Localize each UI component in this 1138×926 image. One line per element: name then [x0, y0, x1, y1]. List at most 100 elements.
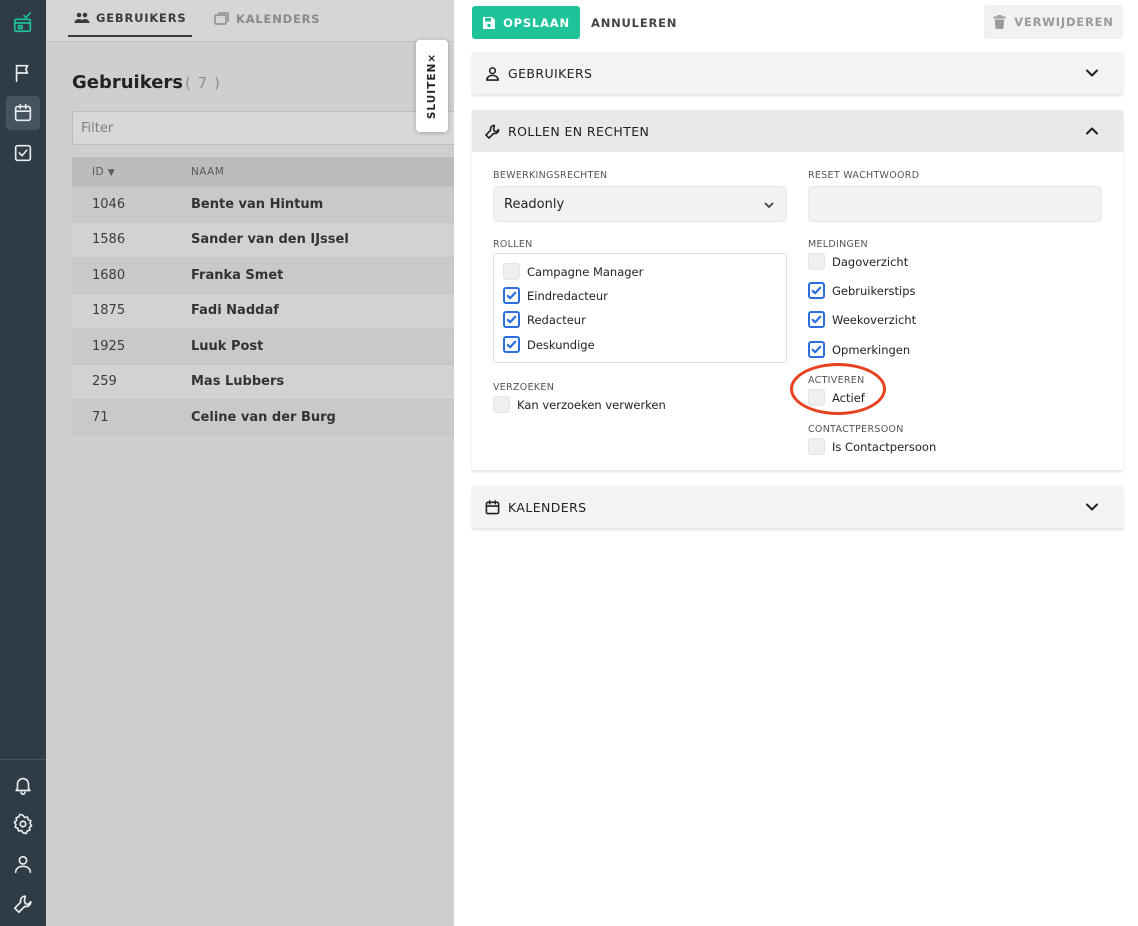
calendar-stack-icon [214, 11, 229, 25]
cell-id: 71 [92, 409, 109, 425]
checkmark-icon [811, 345, 822, 354]
role-checkbox-row[interactable]: Eindredacteur [503, 287, 608, 304]
cell-name: Mas Lubbers [191, 374, 285, 390]
top-navigation: GEBRUIKERS KALENDERS [46, 0, 454, 42]
notification-checkbox-row[interactable]: Opmerkingen [808, 341, 910, 358]
table-row[interactable]: 259 Mas Lubbers [72, 364, 454, 400]
notification-checkbox-row[interactable]: Gebruikerstips [808, 282, 916, 299]
app-sidebar [0, 0, 46, 926]
chevron-up-icon [1086, 127, 1098, 135]
col-id-header[interactable]: ID ▼ [72, 166, 171, 178]
notification-label: Dagoverzicht [832, 254, 909, 269]
section-calendars-header[interactable]: KALENDERS [472, 486, 1123, 528]
tab-calendars-label: KALENDERS [236, 11, 321, 26]
cell-id: 1925 [92, 338, 126, 354]
user-icon[interactable] [10, 851, 36, 877]
table-row[interactable]: 1875 Fadi Naddaf [72, 293, 454, 329]
checkbox[interactable] [493, 396, 510, 413]
checkbox[interactable] [503, 336, 520, 353]
table-row[interactable]: 1046 Bente van Hintum [72, 187, 454, 223]
activate-option-label: Actief [832, 390, 865, 405]
section-roles-title: ROLLEN EN RECHTEN [508, 123, 650, 139]
cell-id: 1875 [92, 303, 126, 319]
table-row[interactable]: 1925 Luuk Post [72, 329, 454, 365]
requests-option-label: Kan verzoeken verwerken [517, 397, 666, 412]
table-row[interactable]: 1586 Sander van den IJssel [72, 222, 454, 258]
edit-rights-value: Readonly [504, 196, 565, 212]
sidebar-divider [0, 759, 46, 760]
role-label: Eindredacteur [527, 288, 608, 303]
filter-input[interactable] [72, 111, 454, 145]
checkbox[interactable] [808, 311, 825, 328]
notification-label: Opmerkingen [832, 342, 911, 357]
notification-checkbox-row[interactable]: Weekoverzicht [808, 311, 916, 328]
checkbox-task-icon[interactable] [10, 140, 36, 166]
contact-checkbox-row[interactable]: Is Contactpersoon [808, 438, 936, 455]
roles-list: Campagne Manager Eindredacteur Redacteur De… [493, 253, 787, 363]
requests-checkbox-row[interactable]: Kan verzoeken verwerken [493, 396, 666, 413]
role-checkbox-row[interactable]: Campagne Manager [503, 263, 643, 280]
activate-checkbox-row[interactable]: Actief [808, 389, 865, 406]
cell-id: 259 [92, 374, 117, 390]
page-title: Gebruikers( 7 ) [72, 72, 221, 93]
table-row[interactable]: 71 Celine van der Burg [72, 400, 454, 436]
save-button-label: OPSLAAN [503, 15, 570, 30]
checkbox[interactable] [808, 389, 825, 406]
checkmark-icon [506, 315, 517, 324]
wrench-icon [485, 124, 500, 139]
checkbox[interactable] [503, 311, 520, 328]
roles-label: ROLLEN [493, 239, 533, 250]
checkbox[interactable] [808, 282, 825, 299]
checkbox[interactable] [808, 253, 825, 270]
checkbox[interactable] [808, 438, 825, 455]
col-name-header[interactable]: NAAM [171, 166, 224, 178]
user-count: ( 7 ) [185, 74, 221, 92]
role-checkbox-row[interactable]: Redacteur [503, 311, 586, 328]
table-header: ID ▼ NAAM [72, 157, 454, 187]
reset-password-input[interactable] [808, 186, 1102, 222]
gear-icon[interactable] [10, 811, 36, 837]
checkbox[interactable] [808, 341, 825, 358]
cell-name: Bente van Hintum [191, 196, 324, 212]
tab-calendars[interactable]: KALENDERS [214, 0, 320, 37]
contact-option-label: Is Contactpersoon [832, 439, 937, 454]
calendar-icon [485, 499, 500, 514]
floppy-disk-icon [483, 16, 496, 29]
role-label: Campagne Manager [527, 264, 644, 279]
tab-users[interactable]: GEBRUIKERS [68, 0, 193, 37]
role-label: Deskundige [527, 337, 595, 352]
section-roles-header[interactable]: ROLLEN EN RECHTEN [472, 110, 1123, 152]
section-users: GEBRUIKERS [472, 52, 1123, 94]
flag-icon[interactable] [10, 60, 36, 86]
chevron-down-icon [1086, 503, 1098, 511]
table-row[interactable]: 1680 Franka Smet [72, 258, 454, 294]
users-table: ID ▼ NAAM 1046 Bente van Hintum 1586 Sander… [72, 157, 454, 436]
users-group-icon [74, 12, 90, 23]
notification-checkbox-row[interactable]: Dagoverzicht [808, 253, 908, 270]
app-logo-icon[interactable] [10, 10, 36, 36]
user-edit-panel: OPSLAAN ANNULEREN VERWIJDEREN GEBRUIKERS… [454, 0, 1138, 926]
cell-name: Sander van den IJssel [191, 232, 349, 248]
close-panel-tab[interactable]: SLUITEN× [416, 40, 448, 132]
checkbox[interactable] [503, 287, 520, 304]
reset-password-label: RESET WACHTWOORD [808, 170, 920, 181]
checkmark-icon [506, 340, 517, 349]
calendar-icon[interactable] [6, 96, 40, 130]
section-users-header[interactable]: GEBRUIKERS [472, 52, 1123, 94]
bell-icon[interactable] [10, 772, 36, 798]
edit-rights-select[interactable]: Readonly [493, 186, 787, 222]
requests-label: VERZOEKEN [493, 382, 555, 393]
checkmark-icon [506, 291, 517, 300]
notification-label: Gebruikerstips [832, 283, 916, 298]
save-button[interactable]: OPSLAAN [472, 6, 580, 39]
cancel-button[interactable]: ANNULEREN [591, 6, 677, 39]
cell-id: 1680 [92, 267, 126, 283]
section-users-title: GEBRUIKERS [508, 65, 593, 81]
wrench-icon[interactable] [10, 891, 36, 917]
page-title-text: Gebruikers [72, 72, 184, 93]
delete-button[interactable]: VERWIJDEREN [984, 5, 1123, 39]
checkmark-icon [811, 315, 822, 324]
checkbox[interactable] [503, 263, 520, 280]
delete-button-label: VERWIJDEREN [1014, 15, 1114, 29]
role-checkbox-row[interactable]: Deskundige [503, 336, 595, 353]
